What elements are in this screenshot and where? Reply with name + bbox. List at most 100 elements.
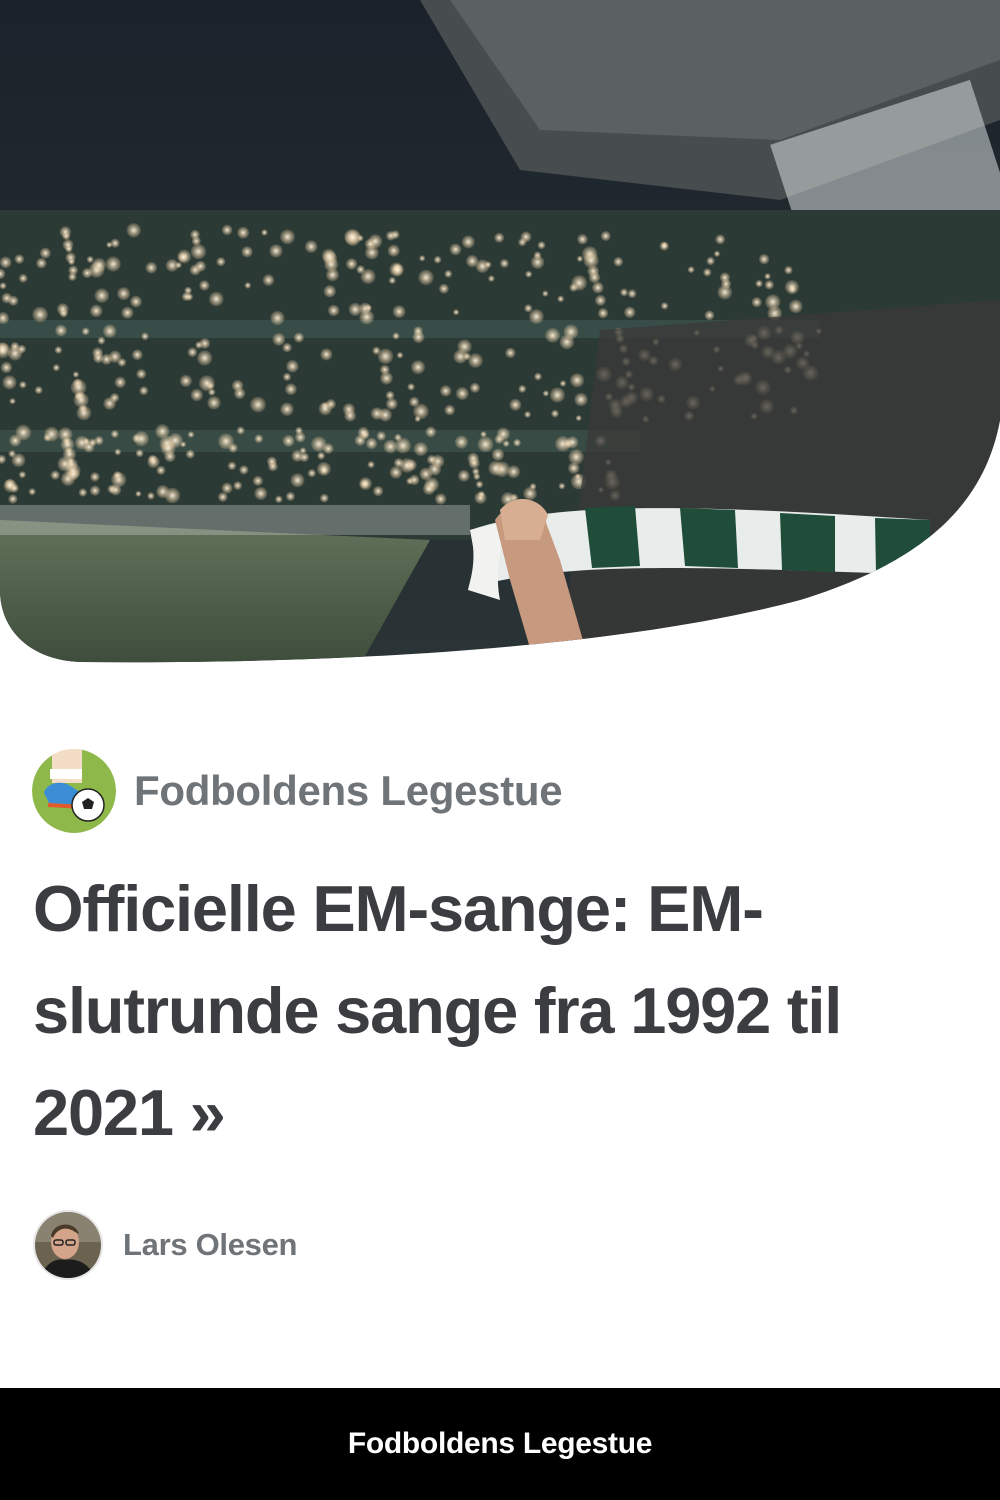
bokeh-light — [254, 434, 264, 444]
bokeh-light — [103, 324, 117, 338]
bokeh-light — [574, 392, 588, 407]
bokeh-light — [190, 243, 207, 260]
bokeh-light — [209, 291, 224, 307]
bokeh-light — [197, 350, 213, 366]
bokeh-light — [147, 492, 155, 500]
bokeh-light — [126, 223, 141, 238]
bokeh-light — [344, 228, 361, 245]
author-avatar[interactable] — [33, 1210, 103, 1280]
bokeh-light — [385, 397, 398, 410]
bokeh-light — [55, 324, 67, 337]
bokeh-light — [559, 380, 567, 387]
bokeh-light — [370, 407, 384, 420]
bokeh-light — [86, 256, 94, 263]
bokeh-light — [613, 256, 624, 267]
bokeh-light — [155, 424, 170, 439]
bokeh-light — [136, 369, 147, 379]
bokeh-light — [320, 466, 328, 475]
bokeh-light — [270, 310, 285, 326]
bokeh-light — [687, 266, 695, 274]
bokeh-light — [457, 339, 472, 354]
bokeh-light — [54, 346, 63, 354]
bokeh-light — [280, 402, 294, 416]
bokeh-light — [529, 309, 544, 324]
bokeh-light — [576, 255, 584, 262]
bokeh-light — [18, 471, 26, 479]
bokeh-light — [231, 380, 244, 392]
footer-site-name[interactable]: Fodboldens Legestue — [348, 1427, 653, 1461]
author-name[interactable]: Lars Olesen — [123, 1227, 297, 1263]
bokeh-light — [704, 310, 715, 321]
bokeh-light — [164, 450, 176, 463]
bokeh-light — [262, 274, 275, 286]
bokeh-light — [93, 352, 104, 364]
bokeh-light — [9, 398, 16, 405]
bokeh-light — [324, 257, 339, 272]
bokeh-light — [89, 485, 101, 496]
bokeh-light — [387, 244, 400, 257]
article-title[interactable]: Officielle EM-sange: EM-slutrunde sange … — [33, 858, 933, 1164]
bokeh-light — [68, 272, 77, 281]
bokeh-light — [78, 488, 88, 497]
bokeh-light — [275, 495, 283, 504]
bokeh-light — [396, 352, 404, 359]
bokeh-light — [36, 257, 47, 269]
bokeh-light — [509, 398, 522, 411]
bokeh-light — [534, 372, 542, 381]
bokeh-light — [181, 292, 191, 302]
bokeh-light — [89, 304, 103, 318]
bokeh-light — [32, 306, 48, 323]
footer-bar: Fodboldens Legestue — [0, 1388, 1000, 1500]
bokeh-light — [148, 454, 158, 464]
bokeh-light — [105, 256, 121, 272]
bokeh-light — [505, 347, 516, 359]
bokeh-light — [393, 458, 404, 468]
bokeh-light — [82, 437, 90, 445]
bokeh-light — [380, 371, 393, 385]
bokeh-light — [110, 430, 119, 438]
bokeh-light — [524, 304, 533, 313]
bokeh-light — [751, 297, 762, 308]
bokeh-light — [187, 347, 198, 358]
bokeh-light — [345, 258, 358, 270]
bokeh-light — [280, 229, 295, 245]
bokeh-light — [39, 247, 51, 259]
bokeh-light — [413, 442, 428, 457]
bokeh-light — [233, 481, 243, 490]
bokeh-light — [221, 224, 233, 236]
bokeh-light — [286, 360, 299, 373]
bokeh-light — [190, 388, 203, 402]
bokeh-light — [19, 381, 27, 389]
bokeh-light — [109, 393, 120, 403]
bokeh-light — [199, 338, 211, 349]
bokeh-light — [207, 396, 221, 410]
bokeh-light — [52, 364, 60, 372]
bokeh-light — [133, 431, 149, 447]
bokeh-light — [81, 327, 90, 336]
soccer-boot-ball-icon[interactable] — [32, 749, 116, 833]
bokeh-light — [407, 383, 415, 391]
site-header[interactable]: Fodboldens Legestue — [32, 748, 563, 834]
bokeh-light — [530, 255, 545, 269]
bokeh-light — [360, 479, 370, 489]
bokeh-light — [217, 492, 228, 502]
site-name[interactable]: Fodboldens Legestue — [134, 767, 563, 815]
bokeh-light — [92, 258, 107, 273]
bokeh-light — [199, 280, 210, 291]
bokeh-light — [660, 302, 669, 310]
bokeh-light — [175, 261, 182, 269]
bokeh-light — [789, 299, 803, 314]
bokeh-light — [285, 491, 295, 501]
bokeh-light — [468, 457, 480, 469]
bokeh-light — [491, 448, 505, 461]
bokeh-light — [566, 436, 579, 449]
bokeh-light — [18, 273, 28, 283]
author-byline[interactable]: Lars Olesen — [33, 1208, 297, 1282]
bokeh-light — [453, 309, 460, 316]
bokeh-light — [385, 231, 396, 241]
bokeh-light — [244, 282, 252, 289]
bokeh-light — [237, 226, 250, 239]
bokeh-light — [268, 461, 278, 472]
bokeh-light — [513, 438, 521, 447]
hero-image — [0, 0, 1000, 665]
